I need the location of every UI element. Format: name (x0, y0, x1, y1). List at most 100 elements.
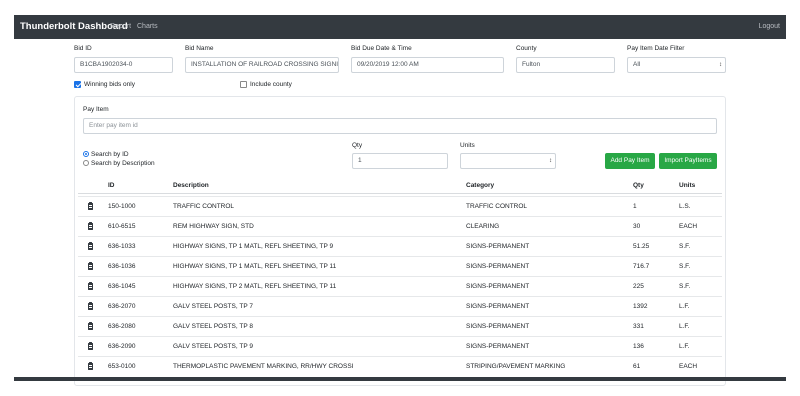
cell-units: S.F. (679, 283, 691, 290)
cell-qty: 1 (633, 203, 637, 210)
cell-category: STRIPING/PAVEMENT MARKING (466, 363, 566, 370)
qty-label: Qty (352, 142, 363, 149)
pay-item-label: Pay Item (83, 106, 109, 113)
cell-id: 636-2080 (108, 323, 136, 330)
clipboard-icon[interactable] (88, 342, 93, 350)
cell-category: SIGNS-PERMANENT (466, 283, 530, 290)
nav-charts-link[interactable]: Charts (137, 23, 158, 30)
cell-description: TRAFFIC CONTROL (173, 203, 235, 210)
col-header-qty: Qty (633, 182, 644, 189)
pay-item-input[interactable]: Enter pay item id (83, 118, 717, 134)
logout-link[interactable]: Logout (759, 23, 780, 30)
cell-category: SIGNS-PERMANENT (466, 243, 530, 250)
search-by-id-label: Search by ID (91, 151, 129, 158)
search-by-description-label: Search by Description (91, 160, 155, 167)
cell-id: 610-6515 (108, 223, 136, 230)
cell-description: HIGHWAY SIGNS, TP 1 MATL, REFL SHEETING,… (173, 263, 337, 270)
cell-qty: 716.7 (633, 263, 650, 270)
cell-units: L.F. (679, 323, 690, 330)
cell-id: 636-1036 (108, 263, 136, 270)
cell-qty: 51.25 (633, 243, 650, 250)
search-by-description-radio[interactable] (83, 160, 89, 166)
cell-id: 636-2070 (108, 303, 136, 310)
cell-category: TRAFFIC CONTROL (466, 203, 528, 210)
date-filter-label: Pay Item Date Filter (627, 45, 685, 52)
table-row[interactable]: 636-1033 HIGHWAY SIGNS, TP 1 MATL, REFL … (78, 236, 722, 256)
cell-category: CLEARING (466, 223, 500, 230)
bid-name-label: Bid Name (185, 45, 214, 52)
table-row[interactable]: 636-2090 GALV STEEL POSTS, TP 9 SIGNS-PE… (78, 336, 722, 356)
county-label: County (516, 45, 537, 52)
cell-qty: 61 (633, 363, 641, 370)
county-field[interactable]: Fulton (516, 57, 615, 73)
cell-id: 636-1045 (108, 283, 136, 290)
due-date-label: Bid Due Date & Time (351, 45, 412, 52)
cell-units: S.F. (679, 243, 691, 250)
cell-qty: 225 (633, 283, 644, 290)
cell-description: REM HIGHWAY SIGN, STD (173, 223, 254, 230)
import-payitems-button[interactable]: Import PayItems (659, 153, 717, 169)
table-row[interactable]: 636-2070 GALV STEEL POSTS, TP 7 SIGNS-PE… (78, 296, 722, 316)
table-row[interactable]: 653-0100 THERMOPLASTIC PAVEMENT MARKING,… (78, 356, 722, 376)
table-header-divider (78, 193, 722, 194)
cell-units: L.F. (679, 343, 690, 350)
bid-id-label: Bid ID (74, 45, 92, 52)
bid-id-field[interactable]: B1CBA1902034-0 (74, 57, 173, 73)
clipboard-icon[interactable] (88, 202, 93, 210)
date-filter-value: All (633, 61, 641, 68)
cell-description: GALV STEEL POSTS, TP 9 (173, 343, 253, 350)
select-arrows-icon: ↕ (719, 62, 722, 68)
cell-units: L.F. (679, 303, 690, 310)
clipboard-icon[interactable] (88, 362, 93, 370)
cell-qty: 331 (633, 323, 644, 330)
cell-units: EACH (679, 223, 698, 230)
cell-category: SIGNS-PERMANENT (466, 263, 530, 270)
bottom-bar (14, 377, 786, 381)
clipboard-icon[interactable] (88, 262, 93, 270)
date-filter-select[interactable]: All ↕ (627, 57, 726, 73)
cell-id: 150-1000 (108, 203, 136, 210)
nav-report-link[interactable]: Report (110, 23, 131, 30)
col-header-units: Units (679, 182, 696, 189)
winning-bids-checkbox[interactable] (74, 81, 81, 88)
include-county-checkbox[interactable] (240, 81, 247, 88)
cell-units: L.S. (679, 203, 691, 210)
col-header-category: Category (466, 182, 495, 189)
include-county-label: Include county (250, 81, 292, 88)
add-pay-item-button[interactable]: Add Pay Item (605, 153, 655, 169)
cell-description: HIGHWAY SIGNS, TP 2 MATL, REFL SHEETING,… (173, 283, 337, 290)
clipboard-icon[interactable] (88, 282, 93, 290)
qty-field[interactable]: 1 (352, 153, 448, 169)
clipboard-icon[interactable] (88, 242, 93, 250)
units-select[interactable]: ↕ (460, 153, 556, 169)
cell-description: GALV STEEL POSTS, TP 7 (173, 303, 253, 310)
cell-description: THERMOPLASTIC PAVEMENT MARKING, RR/HWY C… (173, 363, 354, 370)
cell-units: S.F. (679, 263, 691, 270)
cell-units: EACH (679, 363, 698, 370)
table-row[interactable]: 610-6515 REM HIGHWAY SIGN, STD CLEARING … (78, 216, 722, 236)
table-row[interactable]: 150-1000 TRAFFIC CONTROL TRAFFIC CONTROL… (78, 196, 722, 216)
cell-id: 653-0100 (108, 363, 136, 370)
clipboard-icon[interactable] (88, 322, 93, 330)
winning-bids-label: Winning bids only (84, 81, 135, 88)
units-label: Units (460, 142, 475, 149)
table-row[interactable]: 636-2080 GALV STEEL POSTS, TP 8 SIGNS-PE… (78, 316, 722, 336)
col-header-description: Description (173, 182, 209, 189)
cell-category: SIGNS-PERMANENT (466, 343, 530, 350)
select-arrows-icon: ↕ (549, 158, 552, 164)
col-header-id: ID (108, 182, 115, 189)
table-row[interactable]: 636-1036 HIGHWAY SIGNS, TP 1 MATL, REFL … (78, 256, 722, 276)
cell-description: GALV STEEL POSTS, TP 8 (173, 323, 253, 330)
search-by-id-radio[interactable] (83, 151, 89, 157)
cell-category: SIGNS-PERMANENT (466, 323, 530, 330)
bid-name-field[interactable]: INSTALLATION OF RAILROAD CROSSING SIGNIN… (185, 57, 339, 73)
cell-qty: 136 (633, 343, 644, 350)
cell-qty: 1392 (633, 303, 648, 310)
due-date-field[interactable]: 09/20/2019 12:00 AM (351, 57, 504, 73)
table-row[interactable]: 636-1045 HIGHWAY SIGNS, TP 2 MATL, REFL … (78, 276, 722, 296)
cell-qty: 30 (633, 223, 641, 230)
clipboard-icon[interactable] (88, 302, 93, 310)
clipboard-icon[interactable] (88, 222, 93, 230)
cell-id: 636-2090 (108, 343, 136, 350)
cell-id: 636-1033 (108, 243, 136, 250)
